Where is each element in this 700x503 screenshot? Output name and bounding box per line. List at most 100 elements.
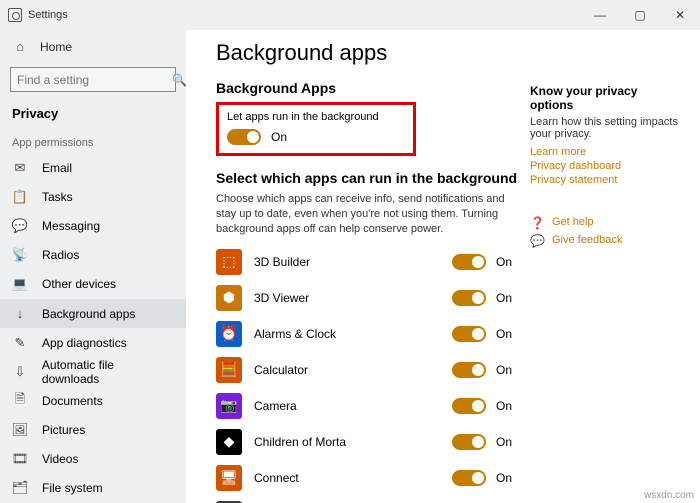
aside-title: Know your privacy options <box>530 84 682 112</box>
app-name: Alarms & Clock <box>254 327 452 341</box>
app-toggle[interactable] <box>452 326 486 342</box>
filesystem-icon: 🗂 <box>12 480 28 496</box>
link-privacy-dashboard[interactable]: Privacy dashboard <box>530 160 682 172</box>
app-row: ◐Dolby AccessOn <box>216 499 522 503</box>
app-name: 3D Builder <box>254 255 452 269</box>
sidebar: ⌂ Home 🔍 Privacy App permissions ✉ Email… <box>0 30 186 503</box>
app-toggle-state: On <box>496 327 522 341</box>
minimize-button[interactable]: ― <box>580 0 620 30</box>
app-icon: 📷 <box>216 393 242 419</box>
app-toggle-state: On <box>496 255 522 269</box>
aside-body: Learn how this setting impacts your priv… <box>530 116 682 140</box>
app-name: Camera <box>254 399 452 413</box>
help-icon: ❓ <box>530 216 544 230</box>
search-box[interactable]: 🔍 <box>10 67 176 92</box>
sidebar-item-messaging[interactable]: 💬 Messaging <box>0 212 186 241</box>
sidebar-item-label: Videos <box>42 452 78 466</box>
app-toggle[interactable] <box>452 470 486 486</box>
app-toggle-state: On <box>496 399 522 413</box>
link-give-feedback[interactable]: 💬 Give feedback <box>530 234 682 248</box>
section-background-apps-heading: Background Apps <box>216 80 522 96</box>
sidebar-item-label: Tasks <box>42 190 73 204</box>
nav-home[interactable]: ⌂ Home <box>0 32 186 61</box>
app-icon: ⬚ <box>216 249 242 275</box>
sidebar-item-label: Other devices <box>42 277 116 291</box>
devices-icon: 💻 <box>12 276 28 292</box>
sidebar-item-label: Documents <box>42 394 103 408</box>
app-toggle-state: On <box>496 363 522 377</box>
sidebar-item-label: Email <box>42 161 72 175</box>
sidebar-item-documents[interactable]: 🗎 Documents <box>0 386 186 415</box>
link-privacy-statement[interactable]: Privacy statement <box>530 174 682 186</box>
link-learn-more[interactable]: Learn more <box>530 146 682 158</box>
sidebar-item-label: File system <box>42 481 103 495</box>
app-name: Connect <box>254 471 452 485</box>
app-name: 3D Viewer <box>254 291 452 305</box>
app-row: ⏰ Alarms & Clock On <box>216 319 522 349</box>
sidebar-item-background-apps[interactable]: ↓ Background apps <box>0 299 186 328</box>
highlight-box: Let apps run in the background On <box>216 102 416 156</box>
close-button[interactable]: ✕ <box>660 0 700 30</box>
app-toggle[interactable] <box>452 398 486 414</box>
tasks-icon: 📋 <box>12 189 28 205</box>
content-area: Background apps Background Apps Let apps… <box>186 30 700 503</box>
search-input[interactable] <box>17 73 172 87</box>
sidebar-item-file-system[interactable]: 🗂 File system <box>0 474 186 503</box>
radios-icon: 📡 <box>12 247 28 263</box>
app-row: 📷 Camera On <box>216 391 522 421</box>
sidebar-item-other-devices[interactable]: 💻 Other devices <box>0 270 186 299</box>
messaging-icon: 💬 <box>12 218 28 234</box>
videos-icon: 🎞 <box>12 451 28 467</box>
section-select-apps-heading: Select which apps can run in the backgro… <box>216 170 522 186</box>
sidebar-item-label: Messaging <box>42 219 100 233</box>
sidebar-item-email[interactable]: ✉ Email <box>0 153 186 182</box>
settings-app-icon <box>8 8 22 22</box>
home-icon: ⌂ <box>12 39 28 55</box>
sidebar-item-label: Automatic file downloads <box>42 358 174 386</box>
maximize-button[interactable]: ▢ <box>620 0 660 30</box>
sidebar-item-radios[interactable]: 📡 Radios <box>0 241 186 270</box>
diagnostics-icon: ✎ <box>12 335 28 351</box>
sidebar-item-videos[interactable]: 🎞 Videos <box>0 445 186 474</box>
app-toggle[interactable] <box>452 254 486 270</box>
app-name: Calculator <box>254 363 452 377</box>
downloads-icon: ⇩ <box>12 364 28 380</box>
app-toggle[interactable] <box>452 362 486 378</box>
sidebar-item-auto-downloads[interactable]: ⇩ Automatic file downloads <box>0 357 186 386</box>
pictures-icon: 🖼 <box>12 422 28 438</box>
app-row: 🧮 Calculator On <box>216 355 522 385</box>
app-row: ⬢3D ViewerOn <box>216 283 522 313</box>
app-toggle[interactable] <box>452 290 486 306</box>
app-list: ⬚3D BuilderOn⬢3D ViewerOn⏰Alarms & Clock… <box>216 247 522 503</box>
sidebar-item-app-diagnostics[interactable]: ✎ App diagnostics <box>0 328 186 357</box>
sidebar-item-label: App diagnostics <box>42 336 127 350</box>
sidebar-item-pictures[interactable]: 🖼 Pictures <box>0 416 186 445</box>
app-toggle[interactable] <box>452 434 486 450</box>
aside-panel: Know your privacy options Learn how this… <box>522 40 682 493</box>
app-name: Children of Morta <box>254 435 452 449</box>
sidebar-category: Privacy <box>0 102 186 123</box>
app-icon: 🧮 <box>216 357 242 383</box>
background-apps-icon: ↓ <box>12 306 28 322</box>
page-title: Background apps <box>216 40 522 66</box>
feedback-icon: 💬 <box>530 234 544 248</box>
sidebar-item-label: Background apps <box>42 307 135 321</box>
search-icon: 🔍 <box>172 73 186 87</box>
app-icon: ◆ <box>216 429 242 455</box>
app-toggle-state: On <box>496 435 522 449</box>
app-toggle-state: On <box>496 291 522 305</box>
titlebar: Settings ― ▢ ✕ <box>0 0 700 30</box>
master-toggle-state: On <box>271 130 287 144</box>
master-toggle-label: Let apps run in the background <box>227 111 405 123</box>
sidebar-item-label: Radios <box>42 248 79 262</box>
app-row: ◆ Children of Morta On <box>216 427 522 457</box>
link-get-help[interactable]: ❓ Get help <box>530 216 682 230</box>
app-row: ⬚ 3D Builder On <box>216 247 522 277</box>
app-row: 🖥ConnectOn <box>216 463 522 493</box>
section-select-apps-description: Choose which apps can receive info, send… <box>216 192 516 237</box>
sidebar-item-tasks[interactable]: 📋 Tasks <box>0 183 186 212</box>
app-toggle-state: On <box>496 471 522 485</box>
window-title: Settings <box>28 9 68 21</box>
app-icon: ⏰ <box>216 321 242 347</box>
master-toggle[interactable] <box>227 129 261 145</box>
